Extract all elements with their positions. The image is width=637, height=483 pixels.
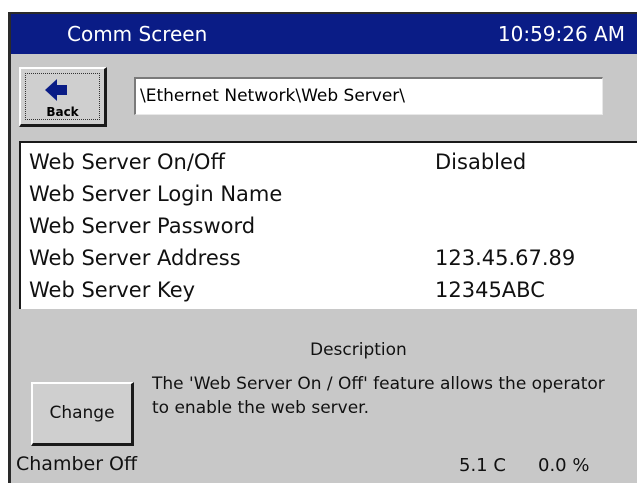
settings-row-login-name[interactable]: Web Server Login Name <box>29 179 629 211</box>
setting-name: Web Server Password <box>29 214 256 238</box>
back-button-label: Back <box>46 105 79 119</box>
setting-name: Web Server Login Name <box>29 182 283 206</box>
settings-row-address[interactable]: Web Server Address 123.45.67.89 <box>29 243 629 275</box>
settings-row-web-server-on-off[interactable]: Web Server On/Off Disabled <box>29 147 629 179</box>
setting-value: Disabled <box>435 150 527 174</box>
settings-list: Web Server On/Off Disabled Web Server Lo… <box>19 141 637 309</box>
title-bar: Comm Screen 10:59:26 AM <box>11 14 637 54</box>
setting-name: Web Server Key <box>29 278 196 302</box>
change-button[interactable]: Change <box>31 382 134 446</box>
settings-row-key[interactable]: Web Server Key 12345ABC <box>29 275 629 307</box>
setting-name: Web Server On/Off <box>29 150 225 174</box>
comm-screen: Comm Screen 10:59:26 AM Back \Ethernet N… <box>0 0 637 483</box>
back-button[interactable]: Back <box>19 67 107 127</box>
description-text: The 'Web Server On / Off' feature allows… <box>152 374 605 418</box>
settings-row-password[interactable]: Web Server Password <box>29 211 629 243</box>
path-field: \Ethernet Network\Web Server\ <box>134 77 603 115</box>
screen-title: Comm Screen <box>67 22 208 46</box>
temperature-readout: 5.1 C <box>459 455 506 476</box>
description-title: Description <box>310 340 407 360</box>
chamber-status: Chamber Off <box>16 453 138 475</box>
left-arrow-icon <box>45 79 67 101</box>
clock: 10:59:26 AM <box>497 22 625 46</box>
setting-name: Web Server Address <box>29 246 241 270</box>
percent-readout: 0.0 % <box>538 455 590 476</box>
setting-value: 123.45.67.89 <box>435 246 576 270</box>
setting-value: 12345ABC <box>435 278 545 302</box>
